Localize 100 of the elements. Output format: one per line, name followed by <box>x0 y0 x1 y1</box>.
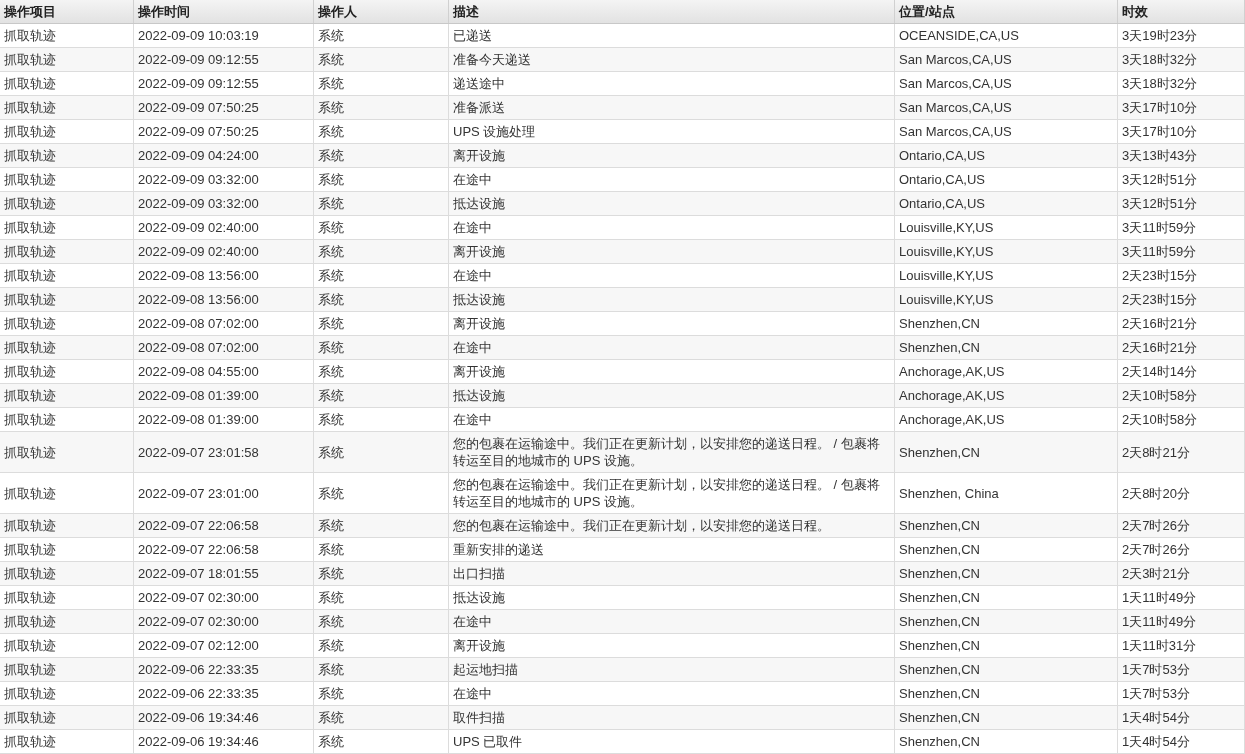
table-cell: 系统 <box>314 384 449 407</box>
table-cell: 在途中 <box>449 336 895 359</box>
table-cell: 系统 <box>314 473 449 513</box>
table-cell: 3天17时10分 <box>1118 120 1245 143</box>
table-cell: 2天10时58分 <box>1118 408 1245 431</box>
table-cell: 2022-09-08 13:56:00 <box>134 288 314 311</box>
table-cell: 3天18时32分 <box>1118 48 1245 71</box>
table-cell: 取件扫描 <box>449 706 895 729</box>
table-cell: 2天23时15分 <box>1118 288 1245 311</box>
table-cell: 3天13时43分 <box>1118 144 1245 167</box>
table-cell: 系统 <box>314 360 449 383</box>
table-cell: 已递送 <box>449 24 895 47</box>
table-cell: 3天11时59分 <box>1118 216 1245 239</box>
table-cell: 3天12时51分 <box>1118 192 1245 215</box>
table-cell: San Marcos,CA,US <box>895 48 1118 71</box>
table-cell: 2天7时26分 <box>1118 514 1245 537</box>
table-cell: 1天4时54分 <box>1118 730 1245 753</box>
table-cell: 在途中 <box>449 216 895 239</box>
table-cell: 系统 <box>314 120 449 143</box>
table-cell: 准备今天递送 <box>449 48 895 71</box>
table-cell: 2022-09-06 19:34:46 <box>134 730 314 753</box>
table-cell: Shenzhen,CN <box>895 336 1118 359</box>
table-cell: 您的包裹在运输途中。我们正在更新计划，以安排您的递送日程。 <box>449 514 895 537</box>
table-cell: 2022-09-07 02:12:00 <box>134 634 314 657</box>
table-cell: 离开设施 <box>449 634 895 657</box>
column-header: 操作项目 <box>0 0 134 23</box>
table-cell: San Marcos,CA,US <box>895 96 1118 119</box>
table-cell: 抵达设施 <box>449 288 895 311</box>
table-cell: Shenzhen,CN <box>895 682 1118 705</box>
table-cell: 系统 <box>314 336 449 359</box>
table-cell: 抓取轨迹 <box>0 408 134 431</box>
table-cell: 抓取轨迹 <box>0 144 134 167</box>
table-cell: 2022-09-09 09:12:55 <box>134 72 314 95</box>
table-cell: 抓取轨迹 <box>0 658 134 681</box>
table-cell: 系统 <box>314 192 449 215</box>
table-cell: 1天11时31分 <box>1118 634 1245 657</box>
table-cell: UPS 已取件 <box>449 730 895 753</box>
table-cell: Shenzhen,CN <box>895 658 1118 681</box>
table-cell: San Marcos,CA,US <box>895 72 1118 95</box>
table-cell: Shenzhen,CN <box>895 562 1118 585</box>
table-cell: 系统 <box>314 24 449 47</box>
table-cell: 抓取轨迹 <box>0 586 134 609</box>
table-cell: 2022-09-09 03:32:00 <box>134 192 314 215</box>
table-cell: Louisville,KY,US <box>895 240 1118 263</box>
table-cell: 系统 <box>314 730 449 753</box>
table-cell: 2022-09-08 13:56:00 <box>134 264 314 287</box>
table-cell: 离开设施 <box>449 144 895 167</box>
table-cell: 在途中 <box>449 610 895 633</box>
column-header: 操作时间 <box>134 0 314 23</box>
table-cell: 2022-09-06 22:33:35 <box>134 658 314 681</box>
table-cell: 2022-09-09 04:24:00 <box>134 144 314 167</box>
table-cell: 1天7时53分 <box>1118 682 1245 705</box>
table-cell: Shenzhen,CN <box>895 586 1118 609</box>
table-cell: 系统 <box>314 706 449 729</box>
table-cell: 2022-09-06 22:33:35 <box>134 682 314 705</box>
table-cell: 3天19时23分 <box>1118 24 1245 47</box>
table-cell: 2022-09-09 07:50:25 <box>134 120 314 143</box>
table-cell: 抓取轨迹 <box>0 610 134 633</box>
table-cell: 1天11时49分 <box>1118 586 1245 609</box>
table-cell: 3天18时32分 <box>1118 72 1245 95</box>
table-cell: Ontario,CA,US <box>895 144 1118 167</box>
table-cell: 抓取轨迹 <box>0 264 134 287</box>
table-cell: 您的包裹在运输途中。我们正在更新计划，以安排您的递送日程。 / 包裹将转运至目的地城市的 UPS 设施。 <box>449 432 895 472</box>
table-cell: 系统 <box>314 48 449 71</box>
table-cell: 系统 <box>314 96 449 119</box>
table-cell: 2天10时58分 <box>1118 384 1245 407</box>
table-cell: 系统 <box>314 240 449 263</box>
table-cell: 2天16时21分 <box>1118 312 1245 335</box>
table-cell: 离开设施 <box>449 240 895 263</box>
table-cell: 在途中 <box>449 264 895 287</box>
table-cell: 抵达设施 <box>449 192 895 215</box>
table-cell: 2天14时14分 <box>1118 360 1245 383</box>
table-cell: 1天11时49分 <box>1118 610 1245 633</box>
table-cell: 抓取轨迹 <box>0 48 134 71</box>
table-cell: 抓取轨迹 <box>0 336 134 359</box>
table-cell: 递送途中 <box>449 72 895 95</box>
table-cell: 系统 <box>314 538 449 561</box>
column-header: 位置/站点 <box>895 0 1118 23</box>
table-cell: 在途中 <box>449 408 895 431</box>
table-cell: 2天16时21分 <box>1118 336 1245 359</box>
table-cell: 您的包裹在运输途中。我们正在更新计划，以安排您的递送日程。 / 包裹将转运至目的地城市的 UPS 设施。 <box>449 473 895 513</box>
table-cell: 抓取轨迹 <box>0 240 134 263</box>
column-header: 时效 <box>1118 0 1245 23</box>
table-cell: 系统 <box>314 586 449 609</box>
table-cell: San Marcos,CA,US <box>895 120 1118 143</box>
table-cell: 2022-09-08 07:02:00 <box>134 336 314 359</box>
table-cell: Ontario,CA,US <box>895 192 1118 215</box>
table-cell: 抓取轨迹 <box>0 682 134 705</box>
table-cell: 重新安排的递送 <box>449 538 895 561</box>
table-cell: 系统 <box>314 288 449 311</box>
table-cell: 抓取轨迹 <box>0 634 134 657</box>
table-cell: Shenzhen,CN <box>895 432 1118 472</box>
table-cell: 起运地扫描 <box>449 658 895 681</box>
table-cell: 抓取轨迹 <box>0 706 134 729</box>
table-cell: 抓取轨迹 <box>0 96 134 119</box>
table-cell: Shenzhen,CN <box>895 312 1118 335</box>
table-cell: Anchorage,AK,US <box>895 408 1118 431</box>
table-cell: 2022-09-07 18:01:55 <box>134 562 314 585</box>
table-cell: 系统 <box>314 610 449 633</box>
table-cell: Anchorage,AK,US <box>895 360 1118 383</box>
